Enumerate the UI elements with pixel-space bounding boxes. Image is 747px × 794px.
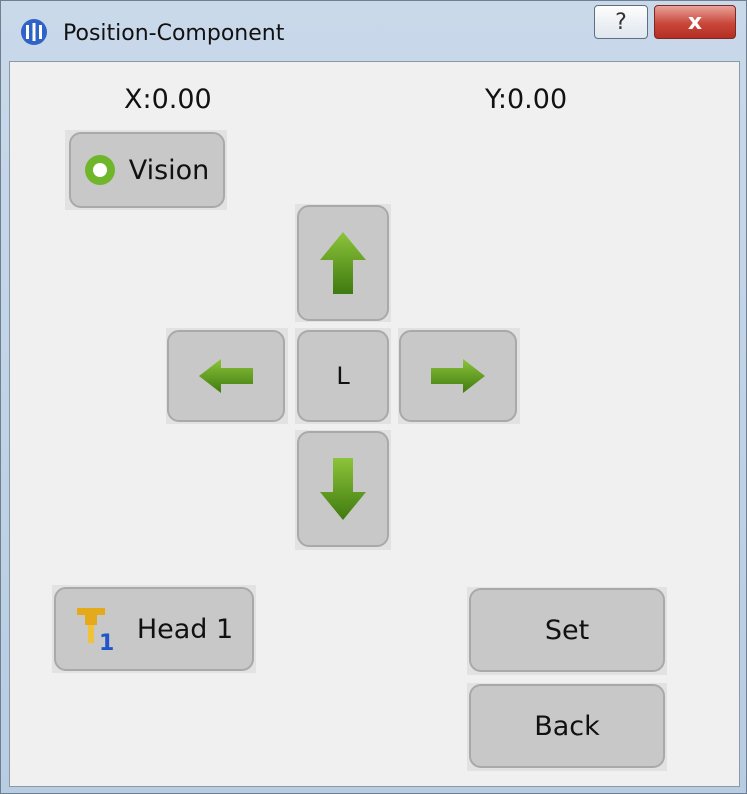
close-button[interactable]: x bbox=[654, 5, 736, 39]
arrow-right-icon bbox=[431, 359, 485, 393]
back-button[interactable]: Back bbox=[469, 684, 665, 768]
move-up-button[interactable] bbox=[297, 205, 389, 321]
x-coordinate-readout: X:0.00 bbox=[124, 84, 212, 115]
title-bar: Position-Component ? x bbox=[1, 1, 746, 61]
app-logo-icon bbox=[21, 19, 47, 45]
nozzle-head-1-icon: 1 bbox=[76, 608, 114, 652]
svg-text:1: 1 bbox=[99, 631, 114, 652]
window-frame: Position-Component ? x X:0.00 Y:0.00 Vis… bbox=[0, 0, 747, 794]
window-title: Position-Component bbox=[63, 21, 285, 46]
vision-button[interactable]: Vision bbox=[69, 132, 225, 208]
arrow-up-icon bbox=[320, 232, 366, 294]
client-area: X:0.00 Y:0.00 Vision L 1 Head 1 Set Back bbox=[9, 61, 740, 787]
move-down-button[interactable] bbox=[297, 431, 389, 547]
y-coordinate-readout: Y:0.00 bbox=[485, 84, 568, 115]
move-right-button[interactable] bbox=[399, 330, 517, 422]
back-label: Back bbox=[534, 710, 600, 742]
center-label: L bbox=[336, 362, 350, 390]
arrow-left-icon bbox=[199, 359, 253, 393]
vision-label: Vision bbox=[128, 154, 210, 186]
head-1-button[interactable]: 1 Head 1 bbox=[54, 587, 254, 671]
help-button[interactable]: ? bbox=[594, 5, 648, 39]
move-left-button[interactable] bbox=[167, 330, 285, 422]
set-button[interactable]: Set bbox=[469, 588, 665, 672]
head-label: Head 1 bbox=[136, 613, 234, 645]
center-l-button[interactable]: L bbox=[297, 330, 389, 422]
set-label: Set bbox=[544, 614, 590, 646]
vision-ring-icon bbox=[84, 155, 115, 185]
arrow-down-icon bbox=[320, 458, 366, 520]
